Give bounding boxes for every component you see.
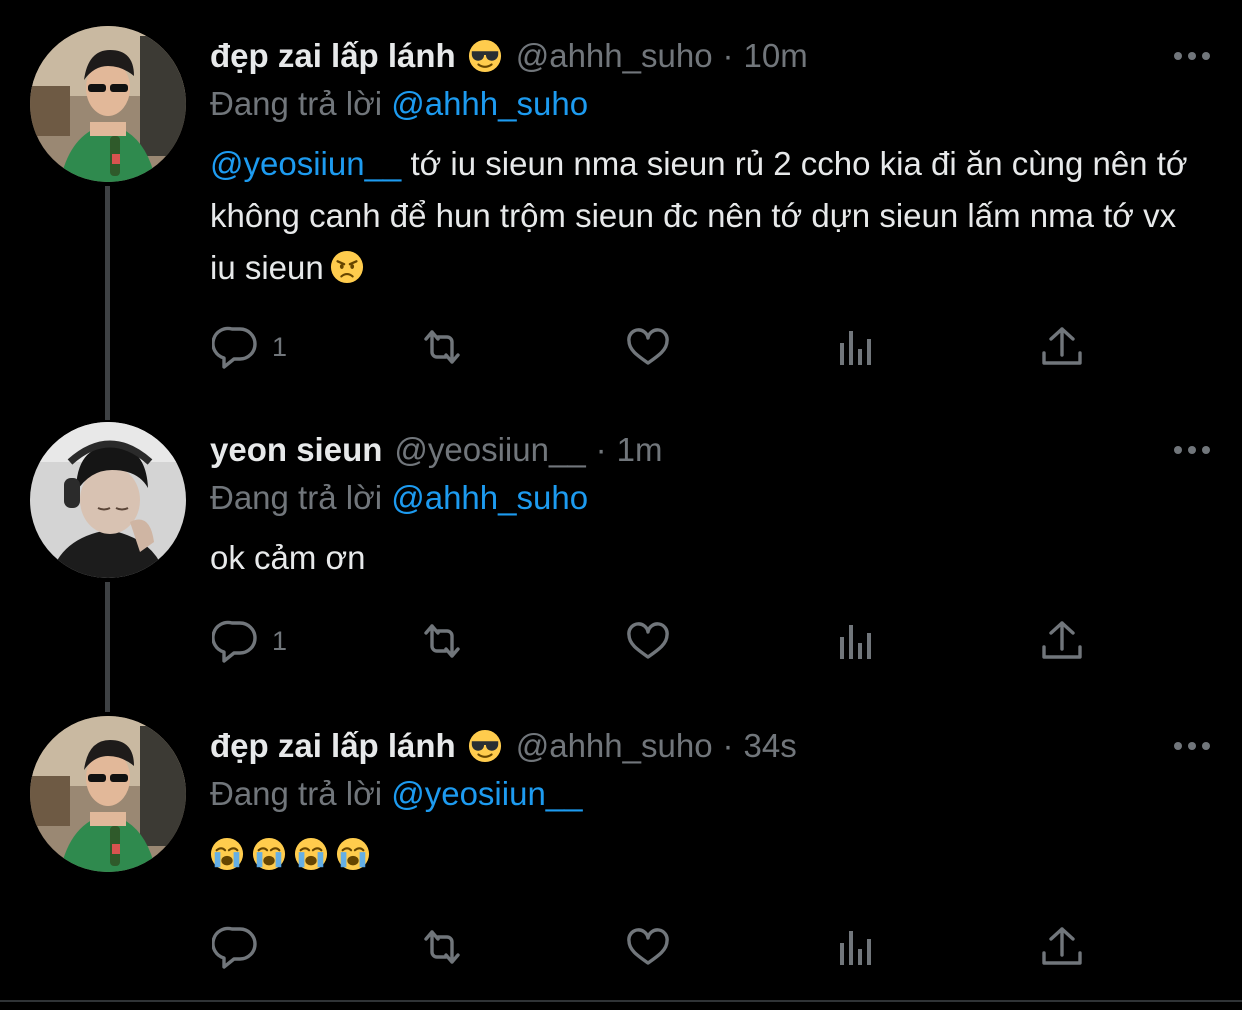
share-icon xyxy=(1038,923,1086,971)
like-button[interactable] xyxy=(624,322,672,372)
replying-label: Đang trả lời xyxy=(210,775,383,812)
tweet-actions: 1 xyxy=(212,322,1212,372)
user-handle[interactable]: @ahhh_suho xyxy=(516,37,713,75)
replying-label: Đang trả lời xyxy=(210,85,383,122)
retweet-icon xyxy=(418,923,466,971)
tweet-actions: 1 xyxy=(212,616,1212,666)
bottom-divider xyxy=(0,1000,1242,1002)
retweet-icon xyxy=(418,323,466,371)
thread-connector xyxy=(105,582,110,712)
like-button[interactable] xyxy=(624,616,672,666)
display-name[interactable]: yeon sieun xyxy=(210,431,382,469)
tweet-text: ok cảm ơn xyxy=(210,532,1210,584)
bar-chart-icon xyxy=(832,323,880,371)
timestamp[interactable]: 34s xyxy=(744,727,797,765)
tweet[interactable]: đẹp zai lấp lánh @ahhh_suho · 10m Đang t… xyxy=(0,0,1242,420)
thread-connector xyxy=(105,186,110,420)
retweet-icon xyxy=(418,617,466,665)
bar-chart-icon xyxy=(832,923,880,971)
reply-button[interactable]: 1 xyxy=(212,616,287,666)
share-icon xyxy=(1038,323,1086,371)
tweet-header: yeon sieun @yeosiiun__ · 1m xyxy=(210,428,663,472)
replying-to: Đang trả lời @ahhh_suho xyxy=(210,82,588,126)
replying-mention-link[interactable]: @ahhh_suho xyxy=(391,85,588,122)
reply-count: 1 xyxy=(272,331,288,362)
tweet-header: đẹp zai lấp lánh @ahhh_suho · 34s xyxy=(210,724,797,768)
display-name[interactable]: đẹp zai lấp lánh xyxy=(210,37,456,75)
reply-icon xyxy=(212,617,260,665)
views-button[interactable] xyxy=(832,322,880,372)
like-button[interactable] xyxy=(624,922,672,972)
reply-button[interactable]: 1 xyxy=(212,322,287,372)
avatar[interactable] xyxy=(30,422,186,578)
retweet-button[interactable] xyxy=(418,922,466,972)
tweet[interactable]: yeon sieun @yeosiiun__ · 1m Đang trả lời… xyxy=(0,420,1242,712)
display-name[interactable]: đẹp zai lấp lánh xyxy=(210,727,456,765)
separator-dot: · xyxy=(595,431,607,468)
tweet-thread: đẹp zai lấp lánh @ahhh_suho · 10m Đang t… xyxy=(0,0,1242,1010)
more-options-icon[interactable] xyxy=(1172,46,1212,66)
loudly-crying-face-emoji-icon xyxy=(294,837,328,871)
heart-icon xyxy=(624,617,672,665)
retweet-button[interactable] xyxy=(418,616,466,666)
share-button[interactable] xyxy=(1038,922,1086,972)
timestamp[interactable]: 10m xyxy=(744,37,808,75)
share-button[interactable] xyxy=(1038,322,1086,372)
reply-button[interactable] xyxy=(212,922,272,972)
tweet-body: ok cảm ơn xyxy=(210,539,366,576)
sunglasses-emoji-icon xyxy=(468,729,502,763)
reply-icon xyxy=(212,323,260,371)
user-handle[interactable]: @ahhh_suho xyxy=(516,727,713,765)
heart-icon xyxy=(624,923,672,971)
reply-count: 1 xyxy=(272,625,288,656)
replying-to: Đang trả lời @yeosiiun__ xyxy=(210,772,583,816)
views-button[interactable] xyxy=(832,922,880,972)
loudly-crying-face-emoji-icon xyxy=(210,837,244,871)
user-handle[interactable]: @yeosiiun__ xyxy=(394,431,585,469)
replying-mention-link[interactable]: @yeosiiun__ xyxy=(391,775,582,812)
views-button[interactable] xyxy=(832,616,880,666)
emoji-row xyxy=(210,828,1210,880)
share-button[interactable] xyxy=(1038,616,1086,666)
more-options-icon[interactable] xyxy=(1172,736,1212,756)
separator-dot: · xyxy=(722,37,734,74)
reply-icon xyxy=(212,923,260,971)
tweet-text: @yeosiiun__ tớ iu sieun nma sieun rủ 2 c… xyxy=(210,138,1210,294)
avatar[interactable] xyxy=(30,26,186,182)
avatar[interactable] xyxy=(30,716,186,872)
replying-to: Đang trả lời @ahhh_suho xyxy=(210,476,588,520)
body-mention-link[interactable]: @yeosiiun__ xyxy=(210,145,401,182)
timestamp[interactable]: 1m xyxy=(617,431,663,469)
heart-icon xyxy=(624,323,672,371)
tweet[interactable]: đẹp zai lấp lánh @ahhh_suho · 34s Đang t… xyxy=(0,712,1242,1010)
retweet-button[interactable] xyxy=(418,322,466,372)
replying-mention-link[interactable]: @ahhh_suho xyxy=(391,479,588,516)
tweet-actions xyxy=(212,922,1212,972)
tweet-text xyxy=(210,828,1210,880)
separator-dot: · xyxy=(722,727,734,764)
tweet-header: đẹp zai lấp lánh @ahhh_suho · 10m xyxy=(210,34,808,78)
sunglasses-emoji-icon xyxy=(468,39,502,73)
replying-label: Đang trả lời xyxy=(210,479,383,516)
angry-face-emoji-icon xyxy=(330,250,364,284)
share-icon xyxy=(1038,617,1086,665)
bar-chart-icon xyxy=(832,617,880,665)
loudly-crying-face-emoji-icon xyxy=(252,837,286,871)
loudly-crying-face-emoji-icon xyxy=(336,837,370,871)
more-options-icon[interactable] xyxy=(1172,440,1212,460)
